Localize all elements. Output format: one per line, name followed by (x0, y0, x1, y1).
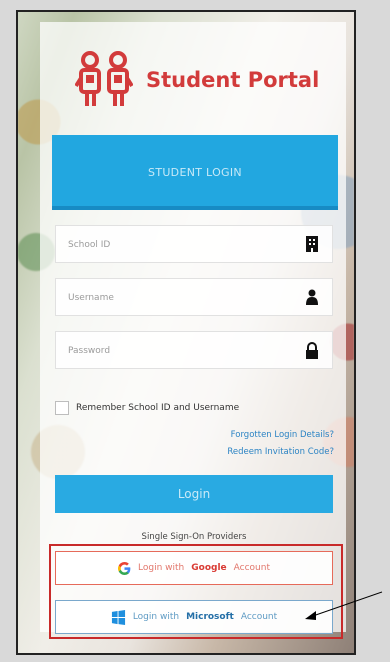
google-login-prefix: Login with (138, 563, 185, 573)
redeem-invitation-link[interactable]: Redeem Invitation Code? (227, 447, 334, 457)
school-id-field[interactable] (55, 225, 333, 263)
user-icon (305, 288, 319, 306)
microsoft-login-prefix: Login with (132, 612, 180, 622)
login-button[interactable]: Login (55, 475, 333, 513)
google-login-suffix: Account (233, 563, 270, 573)
lock-icon (305, 341, 319, 359)
google-icon (118, 561, 131, 575)
building-icon (305, 235, 319, 253)
page-title: Student Portal (146, 68, 320, 92)
remember-me-row[interactable]: Remember School ID and Username (55, 398, 239, 418)
forgotten-login-link[interactable]: Forgotten Login Details? (231, 430, 334, 440)
password-input[interactable] (66, 340, 290, 362)
username-field[interactable] (55, 278, 333, 316)
remember-label: Remember School ID and Username (76, 403, 240, 413)
microsoft-login-suffix: Account (240, 612, 278, 622)
microsoft-brand-label: Microsoft (186, 612, 234, 622)
school-id-input[interactable] (66, 234, 290, 256)
arrow-icon (305, 591, 383, 620)
remember-checkbox[interactable] (55, 401, 69, 415)
password-field[interactable] (55, 331, 333, 369)
google-brand-label: Google (191, 563, 227, 573)
username-input[interactable] (66, 287, 290, 309)
screenshot-frame: Student Portal STUDENT LOGIN School ID U… (0, 0, 390, 662)
sso-title: Single Sign-On Providers (141, 532, 247, 542)
student-logo-icon (75, 51, 133, 106)
tab-student-login[interactable]: STUDENT LOGIN (52, 135, 338, 210)
microsoft-login-button[interactable]: Login with Microsoft Account (55, 600, 333, 634)
microsoft-icon (111, 609, 125, 625)
google-login-button[interactable]: Login with Google Account (55, 551, 333, 585)
